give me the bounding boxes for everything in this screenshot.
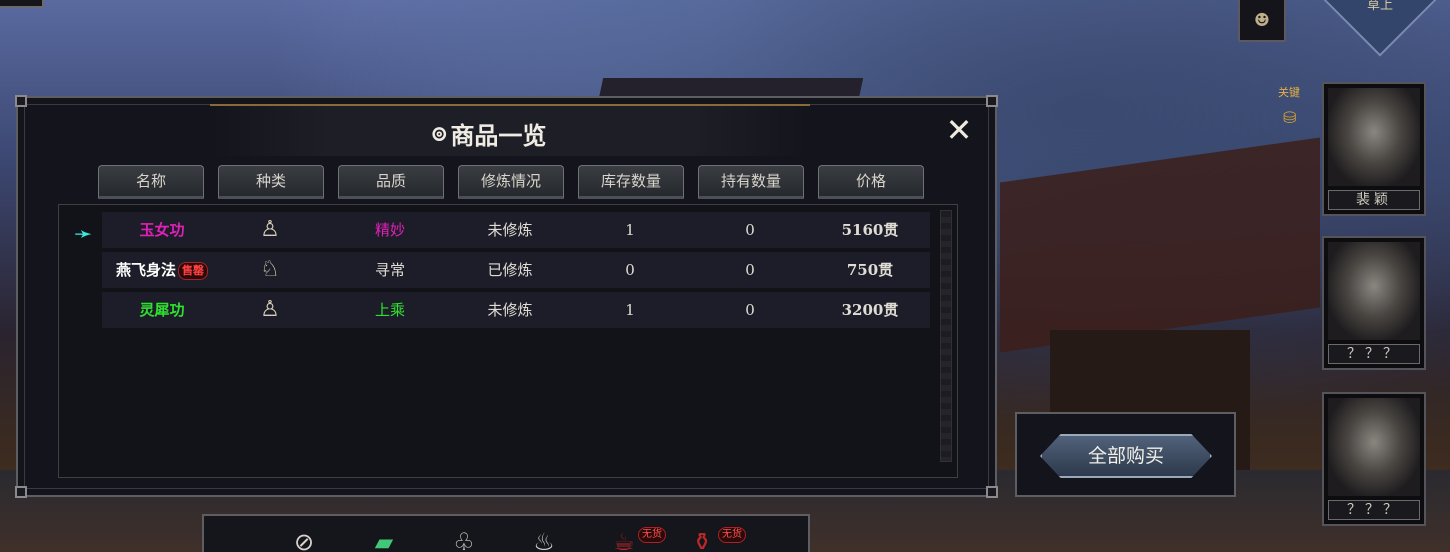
panel-corner [15,95,27,107]
item-stock: 1 [625,221,635,239]
portrait-face [1328,398,1420,496]
companion-portrait[interactable]: 裴颖 [1322,82,1426,216]
header-status[interactable]: 修炼情况 [458,165,564,199]
item-quality: 上乘 [374,301,405,319]
item-held: 0 [745,301,755,319]
panel-corner [986,486,998,498]
out-of-stock-badge: 无货 [638,527,666,543]
table-row[interactable]: 玉女功 ♙ 精妙 未修炼 1 0 5160贯 [102,212,930,248]
item-status: 未修炼 [487,301,533,319]
item-held: 0 [745,221,755,239]
out-of-stock-badge: 无货 [718,527,746,543]
panel-title: ⊚ 商品一览 [430,116,546,151]
item-price: 3200贯 [841,301,899,319]
wine-jar-icon[interactable]: ⚱ [684,528,720,552]
no-eating-icon[interactable]: ⊘ [286,528,322,552]
panel-corner [15,486,27,498]
sold-out-badge: 售罄 [178,262,208,280]
background-building [1000,137,1320,353]
meditation-figure-icon: ♙ [260,297,280,322]
portrait-name: ？？？ [1328,344,1420,364]
selection-arrow-icon: ➛ [74,222,93,247]
key-tag: 关键 [1278,86,1300,99]
close-button[interactable]: ✕ [944,114,974,146]
header-type[interactable]: 种类 [218,165,324,199]
item-quality: 寻常 [374,261,405,279]
item-name: 灵犀功 [139,301,185,319]
buy-all-button[interactable]: 全部购买 [1040,434,1212,478]
item-name: 玉女功 [139,221,185,239]
header-quality[interactable]: 品质 [338,165,444,199]
bottom-toolbar: ⊘ ▰ ♧ ♨ ☕ 无货 ⚱ 无货 [202,514,810,552]
panel-corner [986,95,998,107]
cat-face-icon[interactable]: ☻ [1238,0,1286,42]
panel-title-text: 商品一览 [450,121,547,150]
portrait-name: 裴颖 [1328,190,1420,210]
cards-icon[interactable]: ▰ [366,528,402,552]
companion-portrait[interactable]: ？？？ [1322,392,1426,526]
header-stock[interactable]: 库存数量 [578,165,684,199]
item-status: 已修炼 [487,261,533,279]
item-name: 燕飞身法 售罄 [102,252,222,288]
item-price: 750贯 [846,261,894,279]
table-row[interactable]: 灵犀功 ♙ 上乘 未修炼 1 0 3200贯 [102,292,930,328]
header-held[interactable]: 持有数量 [698,165,804,199]
table-row[interactable]: 燕飞身法 售罄 ♘ 寻常 已修炼 0 0 750贯 [102,252,930,288]
item-quality: 精妙 [374,221,405,239]
medicine-bag-icon[interactable]: ♧ [446,528,482,552]
item-stock: 1 [625,301,635,319]
rank-label: 草上 [1366,0,1393,13]
portrait-face [1328,88,1420,186]
steam-bath-icon[interactable]: ♨ [526,528,562,552]
item-held: 0 [745,261,755,279]
top-left-frame-fragment [0,0,44,8]
key-bag-icon[interactable]: ⛁ [1283,108,1303,128]
movement-figure-icon: ♘ [260,257,280,282]
coin-icon: ⊚ [430,120,449,147]
teapot-icon[interactable]: ☕ [606,528,642,552]
portrait-face [1328,242,1420,340]
portrait-name: ？？？ [1328,500,1420,520]
shop-panel: ⊚ 商品一览 ✕ 名称 种类 品质 修炼情况 库存数量 持有数量 价格 ➛ 玉女… [15,95,998,498]
item-price: 5160贯 [841,221,899,239]
meditation-figure-icon: ♙ [260,217,280,242]
item-status: 未修炼 [487,221,533,239]
item-stock: 0 [625,261,635,279]
header-name[interactable]: 名称 [98,165,204,199]
scrollbar[interactable] [940,210,952,462]
header-price[interactable]: 价格 [818,165,924,199]
companion-portrait[interactable]: ？？？ [1322,236,1426,370]
